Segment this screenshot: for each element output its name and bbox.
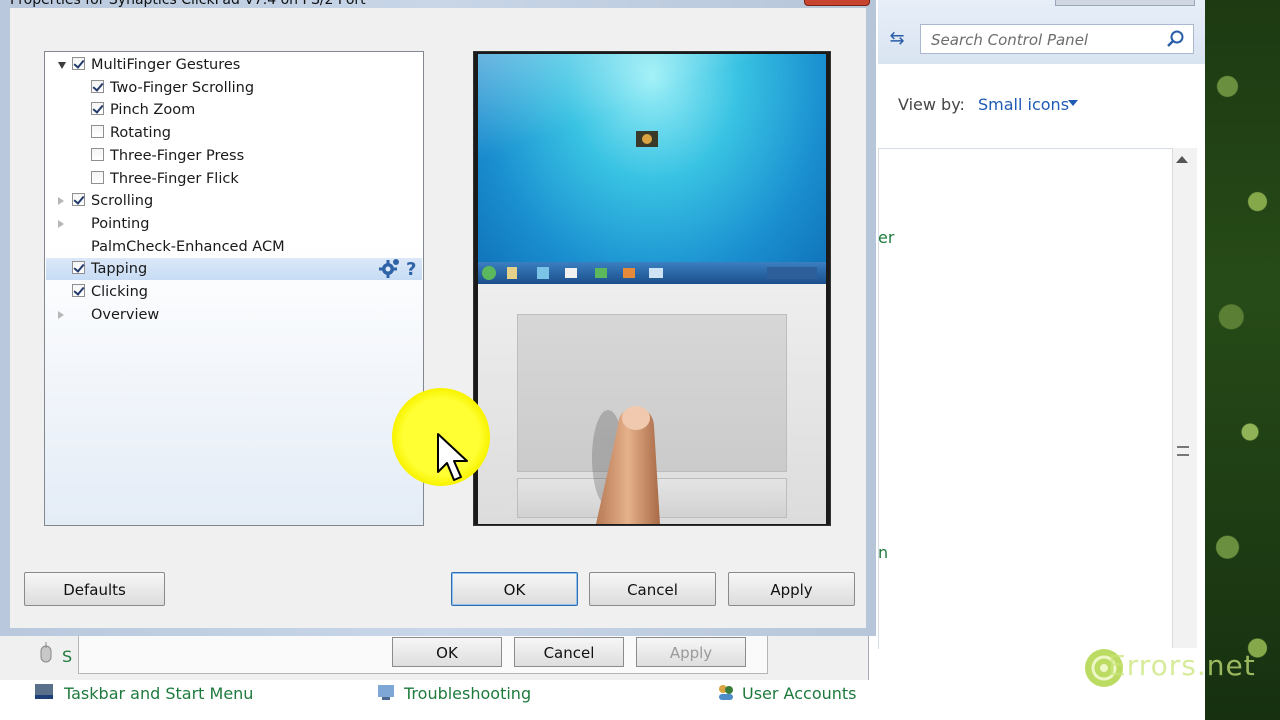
expand-closed-icon[interactable] (58, 310, 64, 319)
expand-open-icon[interactable] (58, 62, 66, 69)
tree-item-label: Scrolling (91, 193, 154, 210)
control-panel-item-troubleshooting[interactable]: Troubleshooting (404, 684, 531, 703)
tree-item-checkbox[interactable] (91, 147, 104, 161)
watermark-text: Errors.net (1108, 649, 1256, 682)
tree-item[interactable]: Rotating (46, 122, 422, 144)
ok-button[interactable]: OK (451, 572, 578, 606)
behind-cancel-button[interactable]: Cancel (514, 637, 624, 667)
cancel-button[interactable]: Cancel (589, 572, 716, 606)
chevron-down-icon[interactable] (1068, 100, 1078, 106)
tree-item-label: Three-Finger Flick (110, 170, 239, 187)
svg-text:?: ? (406, 259, 416, 280)
tree-item[interactable]: Three-Finger Flick (46, 168, 422, 190)
tree-item-checkbox[interactable] (91, 102, 104, 116)
expand-closed-icon[interactable] (58, 197, 64, 206)
tree-item-checkbox[interactable] (91, 170, 104, 184)
desktop-wallpaper (1205, 0, 1280, 720)
tree-item-label: Pinch Zoom (110, 102, 196, 119)
view-by-label: View by: (898, 95, 965, 114)
tree-item-label: Three-Finger Press (110, 147, 245, 164)
preview-taskbar-icons (477, 262, 825, 284)
control-panel-item-fragment[interactable]: n (878, 543, 888, 562)
control-panel-item-user-accounts[interactable]: User Accounts (742, 684, 857, 703)
tree-item[interactable]: Three-Finger Press (46, 145, 422, 167)
tree-item-label: Tapping (91, 261, 148, 278)
close-button[interactable] (804, 0, 870, 6)
troubleshooting-icon (378, 685, 394, 700)
tree-item-checkbox[interactable] (72, 284, 85, 297)
tree-item-checkbox[interactable] (91, 79, 104, 93)
user-accounts-icon (719, 685, 733, 700)
window-control-buttons[interactable] (1055, 0, 1195, 6)
tree-item[interactable]: MultiFinger Gestures (46, 54, 422, 76)
finger-icon (592, 406, 660, 524)
tree-item-checkbox[interactable] (72, 261, 85, 275)
apply-button[interactable]: Apply (728, 572, 855, 606)
search-box[interactable] (920, 24, 1194, 54)
search-input[interactable] (929, 26, 1163, 54)
behind-ok-button[interactable]: OK (392, 637, 502, 667)
taskbar-icon (35, 684, 53, 699)
tree-item-label: Clicking (91, 284, 148, 300)
taskbar-icons-icon (482, 266, 817, 280)
control-panel-item-fragment[interactable]: er (878, 228, 894, 247)
expand-closed-icon[interactable] (58, 219, 64, 228)
tree-item[interactable]: Tapping (46, 258, 422, 281)
settings-tree[interactable]: MultiFinger Gestures Two-Finger Scrolling… (44, 51, 424, 526)
tree-item-label: Two-Finger Scrolling (110, 79, 255, 96)
view-by-dropdown[interactable]: Small icons (978, 95, 1069, 114)
defaults-button[interactable]: Defaults (24, 572, 165, 606)
control-panel-item-fragment[interactable]: S (62, 647, 72, 666)
tree-item-checkbox[interactable] (72, 57, 85, 70)
dialog-title: Properties for Synaptics ClickPad V7.4 o… (10, 0, 366, 8)
tree-item-label: PalmCheck-Enhanced ACM (91, 238, 285, 255)
tree-item[interactable]: Scrolling (46, 190, 422, 212)
synaptics-properties-dialog: Properties for Synaptics ClickPad V7.4 o… (0, 0, 876, 636)
tree-item[interactable]: Clicking (46, 281, 422, 303)
control-panel-list (878, 148, 1176, 649)
tree-item[interactable]: Overview (46, 304, 422, 326)
tree-item-label: Overview (91, 306, 160, 323)
tree-item-label: Pointing (91, 215, 150, 232)
mouse-pointer-icon (437, 433, 468, 481)
search-icon[interactable] (1165, 29, 1185, 49)
desktop-icon (636, 131, 658, 147)
refresh-icon[interactable]: ⇆ (884, 26, 910, 52)
tree-item[interactable]: PalmCheck-Enhanced ACM (46, 236, 422, 258)
mouse-icon (40, 642, 52, 663)
tree-item-checkbox[interactable] (91, 125, 104, 139)
tree-item[interactable]: Pinch Zoom (46, 99, 422, 121)
tree-item-checkbox[interactable] (72, 193, 85, 207)
tree-item-label: MultiFinger Gestures (91, 57, 241, 73)
tree-item[interactable]: Pointing (46, 213, 422, 235)
tree-item-label: Rotating (110, 125, 171, 142)
control-panel-item-taskbar[interactable]: Taskbar and Start Menu (64, 684, 253, 703)
behind-apply-button[interactable]: Apply (636, 637, 746, 667)
vertical-scrollbar[interactable] (1172, 148, 1197, 648)
tree-item[interactable]: Two-Finger Scrolling (46, 77, 422, 99)
scroll-up-icon[interactable] (1176, 156, 1188, 163)
preview-desktop (478, 54, 826, 284)
gear-icon[interactable]: ? (376, 256, 424, 280)
scroll-grip-icon[interactable] (1177, 446, 1189, 456)
